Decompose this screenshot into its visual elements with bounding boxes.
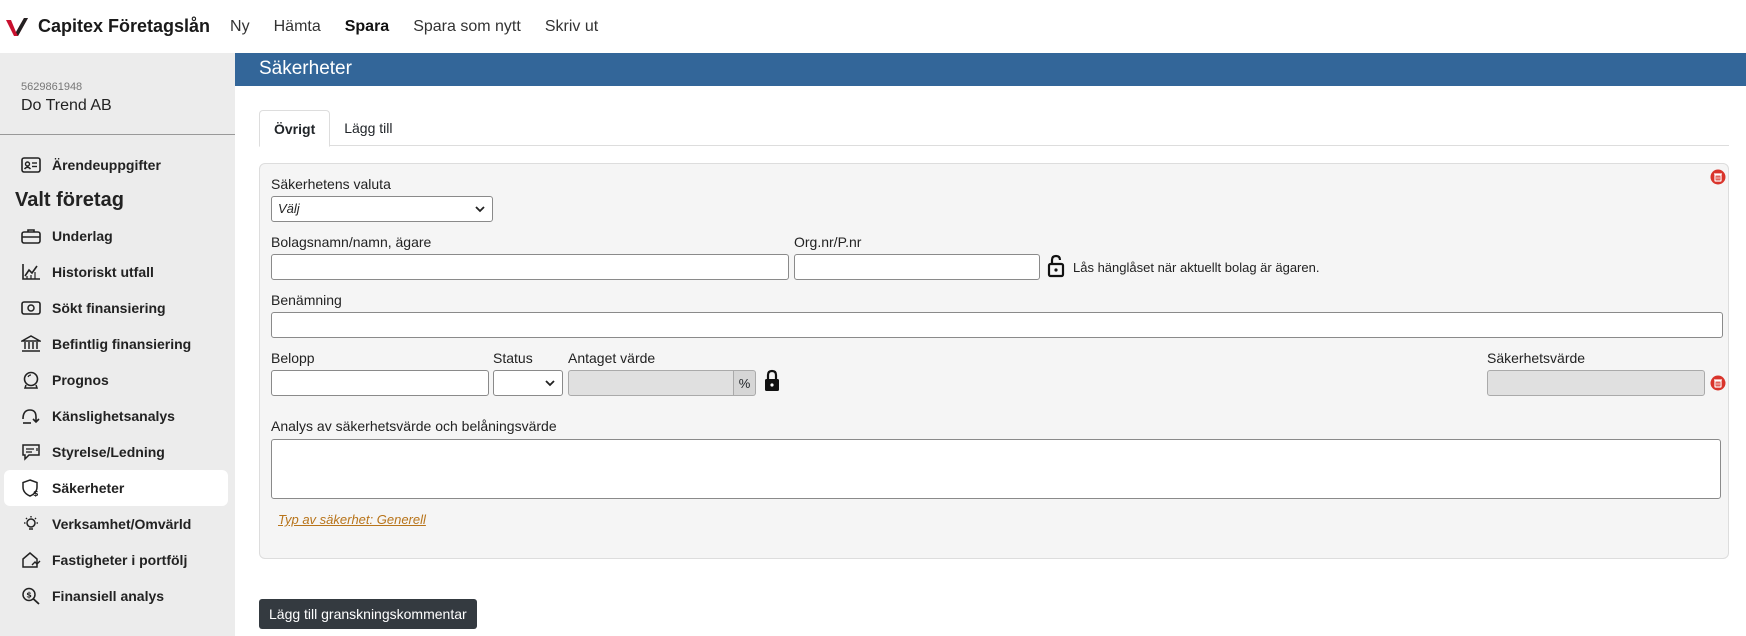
chevron-down-icon	[475, 206, 485, 213]
currency-select-value: Välj	[278, 201, 300, 216]
percent-addon: %	[734, 370, 756, 396]
lightbulb-icon	[20, 513, 42, 535]
orgnr-input[interactable]	[794, 254, 1040, 280]
sidebar-item-underlag[interactable]: Underlag	[4, 218, 228, 254]
nav-spara[interactable]: Spara	[345, 18, 389, 36]
sidebar-item-arendeuppgifter[interactable]: Ärendeuppgifter	[4, 147, 228, 183]
sidebar-item-sokt-finansiering[interactable]: Sökt finansiering	[4, 290, 228, 326]
chevron-down-icon	[545, 380, 555, 387]
id-card-icon	[20, 154, 42, 176]
sidebar-item-label: Prognos	[52, 372, 109, 388]
page-title: Säkerheter	[235, 53, 1746, 86]
svg-text:$: $	[26, 591, 32, 600]
nav-spara-som-nytt[interactable]: Spara som nytt	[413, 18, 521, 36]
sidebar-item-label: Styrelse/Ledning	[52, 444, 165, 460]
arrow-curve-icon	[20, 405, 42, 427]
house-chart-icon	[20, 549, 42, 571]
sidebar: 5629861948 Do Trend AB Ärendeuppgifter V…	[0, 53, 235, 636]
tab-bar: Övrigt Lägg till	[259, 110, 1729, 147]
name-input[interactable]	[271, 312, 1723, 338]
status-select[interactable]	[493, 370, 563, 396]
company-name: Do Trend AB	[21, 97, 112, 114]
amount-label: Belopp	[271, 350, 315, 366]
lock-hint: Lås hänglåset när aktuellt bolag är ägar…	[1073, 260, 1320, 275]
assumed-value-input	[568, 370, 734, 396]
app-name: Capitex Företagslån	[38, 16, 211, 36]
search-dollar-icon: $	[20, 585, 42, 607]
line-chart-icon	[20, 261, 42, 283]
status-label: Status	[493, 350, 533, 366]
currency-select[interactable]: Välj	[271, 196, 493, 222]
sidebar-item-verksamhet-omvarld[interactable]: Verksamhet/Omvärld	[4, 506, 228, 542]
delete-row-icon[interactable]	[1710, 375, 1726, 391]
nav-hamta[interactable]: Hämta	[274, 18, 321, 36]
sidebar-item-styrelse-ledning[interactable]: Styrelse/Ledning	[4, 434, 228, 470]
sidebar-heading: Valt företag	[15, 189, 124, 211]
bank-icon	[20, 333, 42, 355]
sidebar-item-fastigheter-i-portfolj[interactable]: Fastigheter i portfölj	[4, 542, 228, 578]
sidebar-item-label: Historiskt utfall	[52, 264, 154, 280]
chat-alert-icon	[20, 441, 42, 463]
security-value-input	[1487, 370, 1705, 396]
capitex-logo-icon	[6, 17, 28, 36]
locked-padlock-icon[interactable]	[762, 369, 782, 393]
assumed-value-label: Antaget värde	[568, 350, 656, 366]
company-id: 5629861948	[21, 81, 83, 93]
sidebar-item-label: Sökt finansiering	[52, 300, 166, 316]
analysis-label: Analys av säkerhetsvärde och belåningsvä…	[271, 418, 557, 434]
svg-text:$: $	[33, 489, 39, 497]
delete-card-icon[interactable]	[1710, 169, 1726, 185]
sidebar-item-prognos[interactable]: Prognos	[4, 362, 228, 398]
orgnr-label: Org.nr/P.nr	[794, 234, 862, 250]
sidebar-item-label: Befintlig finansiering	[52, 336, 192, 352]
sidebar-list: Ärendeuppgifter Valt företag Underlag Hi…	[0, 135, 235, 614]
sidebar-item-label: Fastigheter i portfölj	[52, 552, 188, 568]
sidebar-item-kanslighetsanalys[interactable]: Känslighetsanalys	[4, 398, 228, 434]
add-review-comment-button[interactable]: Lägg till granskningskommentar	[259, 599, 477, 629]
sidebar-item-label: Underlag	[52, 228, 113, 244]
sidebar-item-label: Verksamhet/Omvärld	[52, 516, 192, 532]
sidebar-item-historiskt-utfall[interactable]: Historiskt utfall	[4, 254, 228, 290]
sidebar-item-label: Ärendeuppgifter	[52, 157, 161, 173]
sidebar-item-label: Känslighetsanalys	[52, 408, 175, 424]
sidebar-item-finansiell-analys[interactable]: $ Finansiell analys	[4, 578, 228, 614]
currency-label: Säkerhetens valuta	[271, 176, 391, 192]
analysis-textarea[interactable]	[271, 439, 1721, 499]
top-nav: Ny Hämta Spara Spara som nytt Skriv ut	[230, 18, 622, 36]
security-value-label: Säkerhetsvärde	[1487, 350, 1586, 366]
owner-label: Bolagsnamn/namn, ägare	[271, 234, 432, 250]
tab-ovrigt[interactable]: Övrigt	[259, 110, 331, 147]
sidebar-item-sakerheter[interactable]: $ Säkerheter	[4, 470, 228, 506]
unlocked-padlock-icon[interactable]	[1046, 254, 1066, 278]
sidebar-item-befintlig-finansiering[interactable]: Befintlig finansiering	[4, 326, 228, 362]
cash-icon	[20, 297, 42, 319]
sidebar-item-label: Finansiell analys	[52, 588, 165, 604]
owner-input[interactable]	[271, 254, 789, 280]
nav-ny[interactable]: Ny	[230, 18, 250, 36]
main-content: Säkerheter Övrigt Lägg till Säkerhetens …	[235, 53, 1746, 636]
crystal-ball-icon	[20, 369, 42, 391]
tab-lagg-till[interactable]: Lägg till	[330, 110, 406, 145]
company-info: 5629861948 Do Trend AB	[0, 53, 235, 135]
top-bar: Capitex Företagslån Ny Hämta Spara Spara…	[0, 0, 1746, 53]
amount-input[interactable]	[271, 370, 489, 396]
briefcase-icon	[20, 225, 42, 247]
sidebar-item-label: Säkerheter	[52, 480, 125, 496]
shield-dollar-icon: $	[20, 477, 42, 499]
security-type-link[interactable]: Typ av säkerhet: Generell	[278, 512, 426, 527]
name-label: Benämning	[271, 292, 342, 308]
nav-skriv-ut[interactable]: Skriv ut	[545, 18, 598, 36]
security-card: Säkerhetens valuta Välj Bolagsnamn/namn,…	[259, 163, 1729, 559]
brand[interactable]: Capitex Företagslån	[0, 0, 230, 53]
